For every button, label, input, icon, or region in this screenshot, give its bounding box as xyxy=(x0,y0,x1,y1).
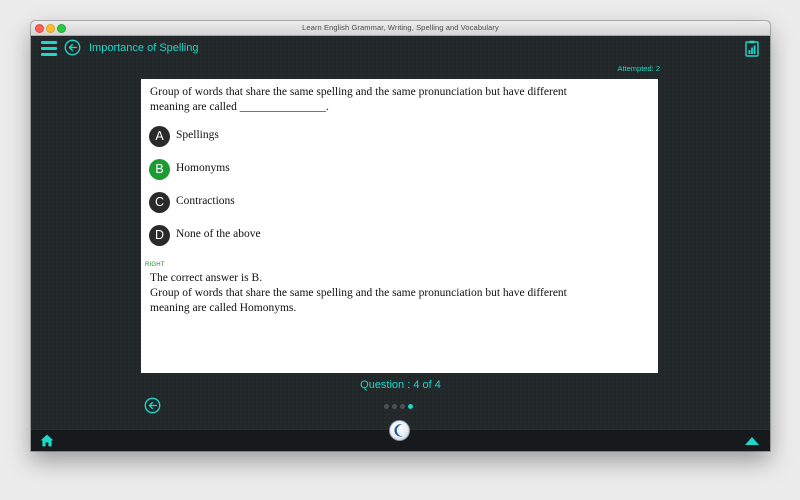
option-label: Contractions xyxy=(176,195,235,207)
option-letter-badge: D xyxy=(149,225,170,246)
question-counter: Question : 4 of 4 xyxy=(360,379,441,391)
clipboard-chart-icon[interactable] xyxy=(745,40,759,57)
option-label: None of the above xyxy=(176,228,261,240)
page-dot-2[interactable] xyxy=(392,404,397,409)
option-label: Homonyms xyxy=(176,162,230,174)
app-logo-icon xyxy=(389,420,410,441)
attempted-count: Attempted: 2 xyxy=(617,64,660,73)
page-dot-1[interactable] xyxy=(384,404,389,409)
up-triangle-icon[interactable] xyxy=(745,437,759,445)
option-letter-badge-correct: B xyxy=(149,159,170,180)
explanation-text: Group of words that share the same spell… xyxy=(150,287,567,314)
question-text: Group of words that share the same spell… xyxy=(150,86,567,113)
back-arrow-circle-icon[interactable] xyxy=(64,39,81,56)
result-tag: RIGHT xyxy=(145,262,165,268)
page-dot-3[interactable] xyxy=(400,404,405,409)
app-content: Importance of Spelling Attempted: 2 Grou… xyxy=(31,36,770,451)
question-card: Group of words that share the same spell… xyxy=(141,79,658,373)
hamburger-menu-icon[interactable] xyxy=(41,41,57,56)
previous-question-button[interactable] xyxy=(144,397,161,414)
window-title: Learn English Grammar, Writing, Spelling… xyxy=(302,23,499,32)
top-bar: Importance of Spelling xyxy=(31,36,770,62)
page-title: Importance of Spelling xyxy=(89,42,199,54)
option-letter-badge: A xyxy=(149,126,170,147)
home-icon[interactable] xyxy=(40,434,54,447)
page-dot-4[interactable] xyxy=(408,404,413,409)
window-titlebar: Learn English Grammar, Writing, Spelling… xyxy=(31,21,770,36)
option-label: Spellings xyxy=(176,129,219,141)
correct-answer-line: The correct answer is B. xyxy=(150,272,263,284)
option-letter-badge: C xyxy=(149,192,170,213)
app-window: Learn English Grammar, Writing, Spelling… xyxy=(31,21,770,451)
answer-explanation: The correct answer is B. Group of words … xyxy=(150,271,590,316)
bottom-bar xyxy=(31,420,770,451)
